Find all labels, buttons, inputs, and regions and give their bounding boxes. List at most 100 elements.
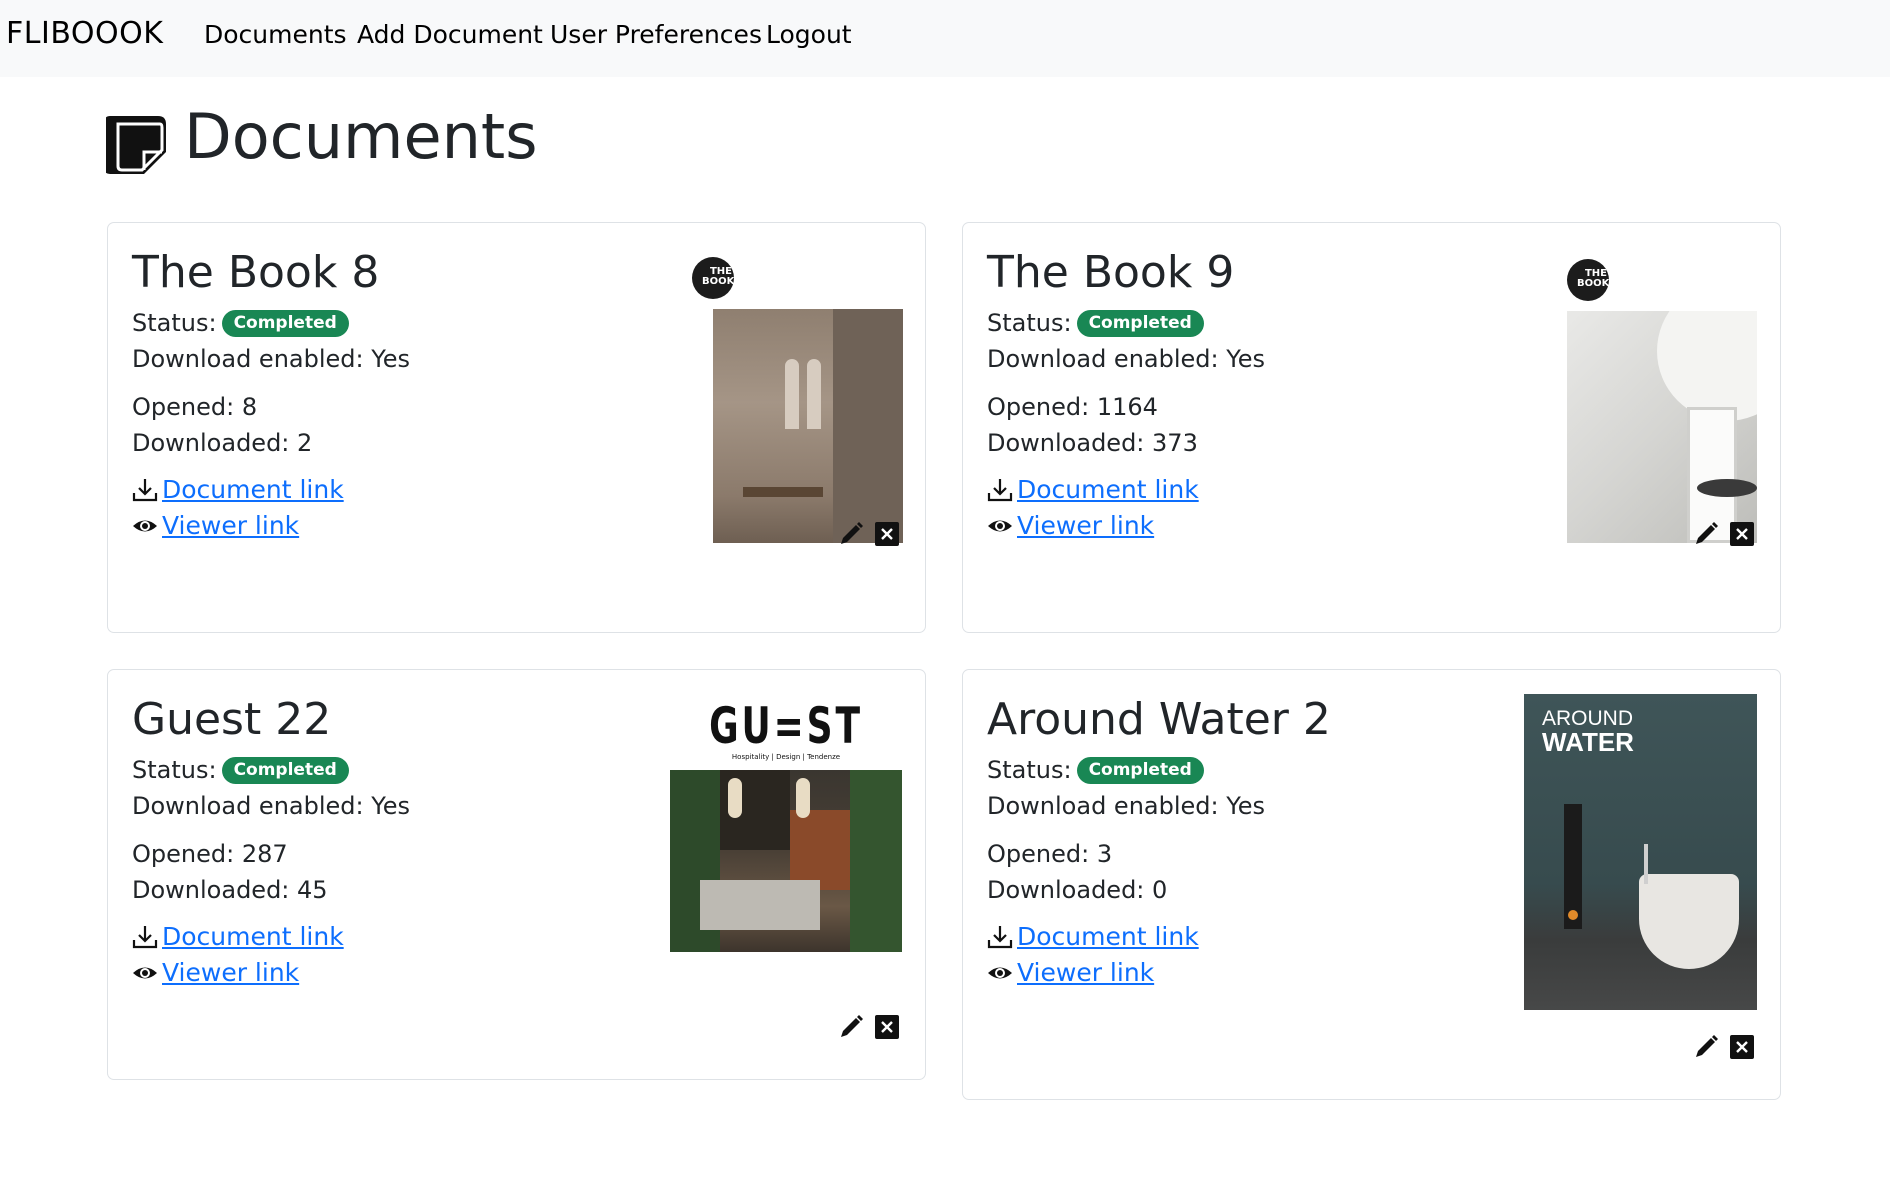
cover-header: THE BOOK [692,257,882,303]
download-icon [132,926,158,949]
document-title: Guest 22 [132,694,332,745]
download-enabled-label: Download enabled: [987,345,1219,373]
opened-label: Opened: [987,393,1090,421]
opened-line: Opened: 8 [132,393,257,422]
status-line: Status: Completed [132,756,349,785]
downloaded-label: Downloaded: [987,876,1145,904]
status-label: Status: [132,756,217,784]
brand-logo[interactable]: FLIBOOOK [6,16,163,51]
cover-image [1567,311,1757,543]
document-card: Around Water 2 Status: Completed Download… [962,669,1781,1100]
downloaded-value: 0 [1152,876,1168,904]
downloaded-label: Downloaded: [987,429,1145,457]
downloaded-line: Downloaded: 2 [132,429,312,458]
status-badge: Completed [1076,757,1204,784]
download-enabled-line: Download enabled: Yes [987,792,1265,821]
download-enabled-value: Yes [1226,792,1265,820]
document-link-row: Document link [132,922,344,952]
edit-button[interactable] [1693,521,1719,547]
eye-icon [133,967,157,979]
opened-value: 3 [1096,840,1113,868]
cover-brand: THE BOOK [702,266,735,287]
download-enabled-label: Download enabled: [132,792,364,820]
pencil-icon [1696,1035,1718,1057]
close-icon [1730,522,1754,546]
opened-value: 8 [241,393,258,421]
download-enabled-value: Yes [371,792,410,820]
viewer-link-row: Viewer link [132,511,299,541]
downloaded-value: 373 [1152,429,1198,457]
document-card: The Book 8 Status: Completed Download ena… [107,222,926,633]
cover-brand-line2: WATER [1542,727,1634,757]
downloaded-value: 2 [297,429,313,457]
download-enabled-value: Yes [1226,345,1265,373]
download-enabled-line: Download enabled: Yes [132,345,410,374]
nav-logout[interactable]: Logout [766,20,852,49]
downloaded-line: Downloaded: 45 [132,876,328,905]
download-icon [987,926,1013,949]
cover-image: AROUND WATER [1524,694,1757,1010]
cover-brand: GU=ST [709,700,863,755]
status-line: Status: Completed [132,309,349,338]
navbar: FLIBOOOK Documents Add Document User Pre… [0,0,1890,77]
delete-button[interactable] [874,1014,900,1040]
document-card: Guest 22 Status: Completed Download enabl… [107,669,926,1080]
delete-button[interactable] [1729,1034,1755,1060]
cover-image [713,309,903,543]
close-icon [875,1015,899,1039]
close-icon [875,522,899,546]
cover-brand: THE BOOK [1577,268,1610,289]
eye-icon [988,520,1012,532]
status-badge: Completed [221,310,349,337]
downloaded-label: Downloaded: [132,429,290,457]
viewer-link-row: Viewer link [132,958,299,988]
opened-line: Opened: 1164 [987,393,1158,422]
sticky-note-icon [106,116,166,174]
document-title: The Book 9 [987,247,1235,298]
pencil-icon [841,522,863,544]
eye-icon [988,967,1012,979]
document-link[interactable]: Document link [1017,475,1199,505]
nav-add-document[interactable]: Add Document [357,20,543,49]
document-card: The Book 9 Status: Completed Download ena… [962,222,1781,633]
viewer-link[interactable]: Viewer link [1017,511,1154,541]
opened-value: 287 [241,840,288,868]
viewer-link[interactable]: Viewer link [162,958,299,988]
opened-line: Opened: 287 [132,840,288,869]
download-enabled-line: Download enabled: Yes [987,345,1265,374]
download-enabled-label: Download enabled: [132,345,364,373]
download-enabled-label: Download enabled: [987,792,1219,820]
opened-value: 1164 [1096,393,1158,421]
nav-user-preferences[interactable]: User Preferences [550,20,762,49]
opened-line: Opened: 3 [987,840,1112,869]
opened-label: Opened: [132,393,235,421]
viewer-link[interactable]: Viewer link [162,511,299,541]
download-enabled-line: Download enabled: Yes [132,792,410,821]
status-line: Status: Completed [987,756,1204,785]
delete-button[interactable] [1729,521,1755,547]
document-title: Around Water 2 [987,694,1331,745]
edit-button[interactable] [1693,1034,1719,1060]
document-link[interactable]: Document link [1017,922,1199,952]
download-icon [132,479,158,502]
status-badge: Completed [221,757,349,784]
document-link-row: Document link [987,922,1199,952]
viewer-link-row: Viewer link [987,958,1154,988]
opened-label: Opened: [132,840,235,868]
status-label: Status: [132,309,217,337]
document-link-row: Document link [132,475,344,505]
document-link[interactable]: Document link [162,922,344,952]
downloaded-value: 45 [297,876,328,904]
status-line: Status: Completed [987,309,1204,338]
viewer-link-row: Viewer link [987,511,1154,541]
viewer-link[interactable]: Viewer link [1017,958,1154,988]
delete-button[interactable] [874,521,900,547]
status-label: Status: [987,756,1072,784]
edit-button[interactable] [838,1014,864,1040]
downloaded-line: Downloaded: 373 [987,429,1198,458]
document-link[interactable]: Document link [162,475,344,505]
nav-documents[interactable]: Documents [204,20,347,49]
pencil-icon [841,1015,863,1037]
edit-button[interactable] [838,521,864,547]
cover-header: GU=ST Hospitality | Design | Tendenze [670,700,902,770]
